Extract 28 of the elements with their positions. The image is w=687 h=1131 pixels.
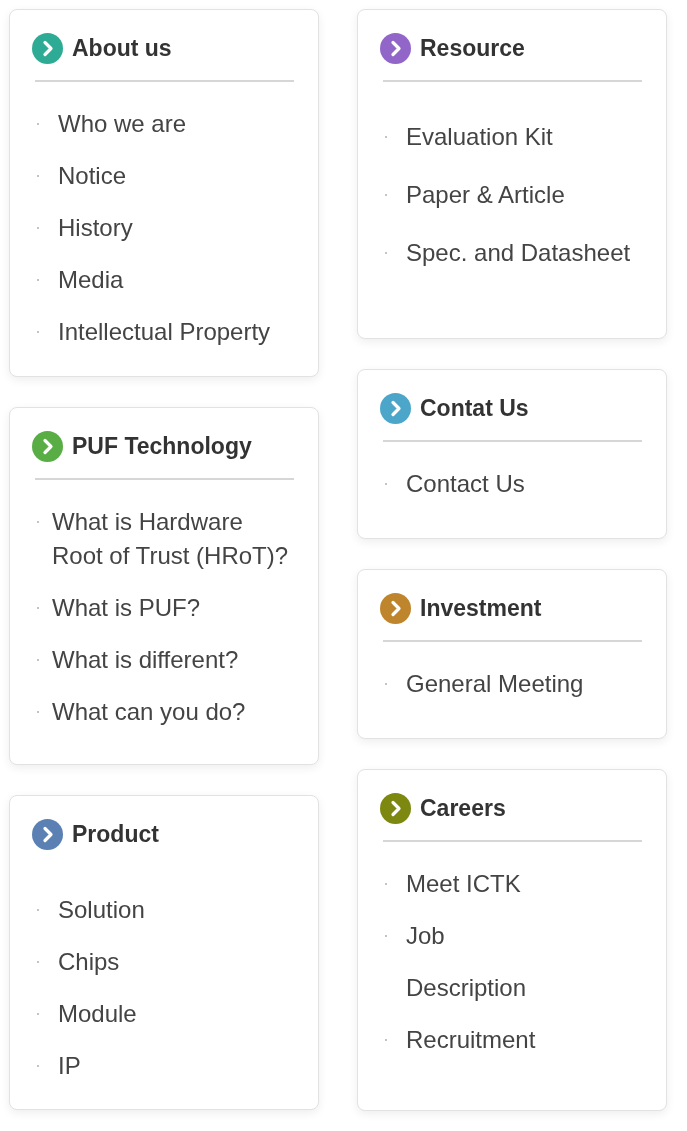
section-title: Careers	[420, 794, 506, 823]
menu-link[interactable]: Solution	[58, 893, 145, 927]
menu-link[interactable]: Spec. and Datasheet	[406, 236, 631, 270]
menu-link[interactable]: Chips	[58, 945, 120, 979]
section-title: Investment	[420, 594, 542, 623]
menu-link[interactable]: History	[58, 211, 133, 245]
section-title: Contat Us	[420, 394, 529, 423]
menu-link[interactable]: Recruitment	[406, 1023, 536, 1057]
menu-link[interactable]: What can you do?	[52, 695, 246, 729]
menu-link[interactable]: Media	[58, 263, 124, 297]
menu-link[interactable]: Paper & Article	[406, 178, 565, 212]
menu-link[interactable]: Notice	[58, 159, 127, 193]
menu-link[interactable]: What is Hardware Root of Trust (HRoT)?	[52, 505, 296, 573]
menu-link[interactable]: General Meeting	[406, 667, 584, 701]
menu-link[interactable]: Job Description	[406, 919, 527, 1005]
menu-link[interactable]: Contact Us	[406, 467, 525, 501]
section-title: About us	[72, 34, 172, 63]
section-title: Product	[72, 820, 159, 849]
menu-link[interactable]: Evaluation Kit	[406, 120, 553, 154]
menu-link[interactable]: What is PUF?	[52, 591, 201, 625]
menu-link[interactable]: Meet ICTK	[406, 867, 521, 901]
section-title: PUF Technology	[72, 432, 252, 461]
menu-link[interactable]: IP	[58, 1049, 81, 1083]
menu-link[interactable]: Who we are	[58, 107, 187, 141]
menu-link[interactable]: Module	[58, 997, 137, 1031]
section-title: Resource	[420, 34, 525, 63]
menu-link[interactable]: What is different?	[52, 643, 239, 677]
menu-link[interactable]: Intellectual Property	[58, 315, 271, 349]
